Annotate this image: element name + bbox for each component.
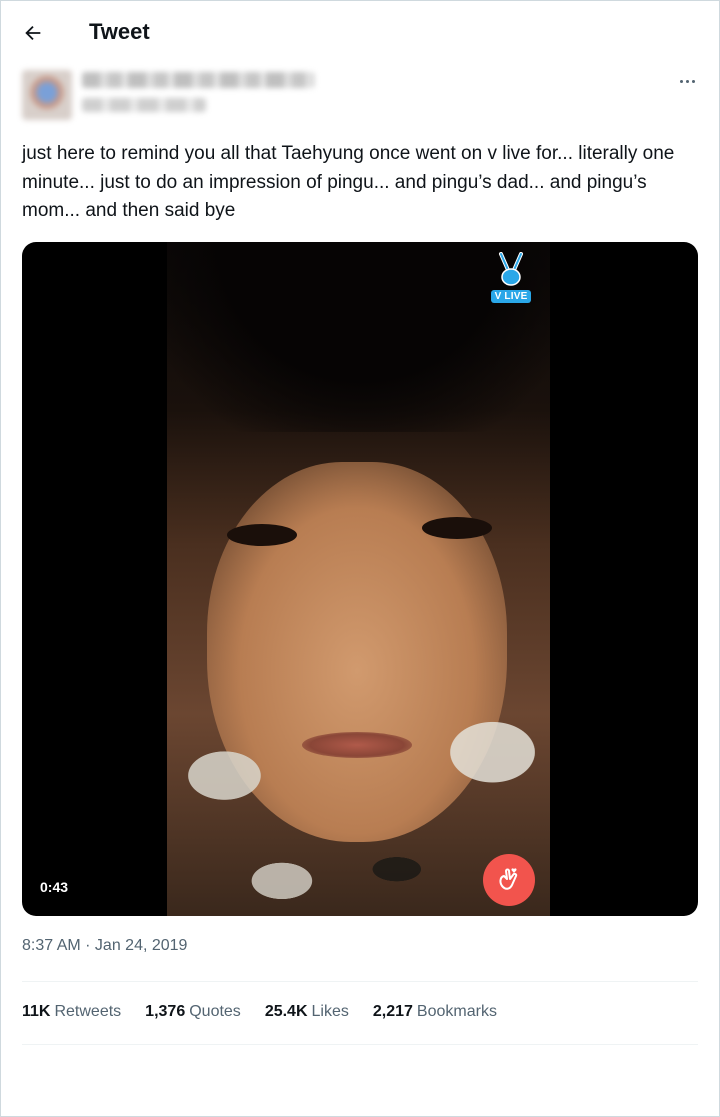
bookmarks-count: 2,217 <box>372 1003 413 1020</box>
likes-count: 25.4K <box>264 1003 308 1020</box>
video-eye-left <box>227 524 297 546</box>
author-handle-blurred[interactable] <box>82 98 206 112</box>
tweet-text: just here to remind you all that Taehyun… <box>22 143 675 221</box>
retweets-stat[interactable]: 11K Retweets <box>22 1003 121 1023</box>
finger-heart-icon <box>499 868 518 890</box>
finger-heart-button[interactable] <box>483 854 535 906</box>
arrow-left-icon <box>25 25 41 41</box>
divider <box>22 981 698 982</box>
back-button[interactable] <box>14 14 52 52</box>
vlive-label: V LIVE <box>490 290 532 303</box>
retweets-count: 11K <box>22 1003 51 1020</box>
tweet-stats: 11K Retweets 1,376 Quotes 25.4K Likes 2,… <box>22 1003 497 1023</box>
vlive-logo: V LIVE <box>489 252 533 312</box>
bookmarks-stat[interactable]: 2,217 Bookmarks <box>373 1003 497 1023</box>
page-title: Tweet <box>89 19 150 44</box>
page-header: Tweet <box>0 0 720 66</box>
tweet-video[interactable]: V LIVE 0:43 <box>22 242 698 916</box>
likes-stat[interactable]: 25.4K Likes <box>265 1003 349 1023</box>
quotes-count: 1,376 <box>145 1003 186 1020</box>
video-frame <box>167 242 550 916</box>
quotes-stat[interactable]: 1,376 Quotes <box>145 1003 241 1023</box>
vlive-hand-icon <box>499 252 523 286</box>
video-eye-right <box>422 517 492 539</box>
retweets-label: Retweets <box>54 1003 122 1020</box>
quotes-label: Quotes <box>189 1003 241 1020</box>
video-duration: 0:43 <box>32 877 77 897</box>
author-name-blurred[interactable] <box>82 72 314 88</box>
divider <box>22 1044 698 1045</box>
bookmarks-label: Bookmarks <box>416 1003 497 1020</box>
author-avatar[interactable] <box>22 70 72 120</box>
more-options-button[interactable] <box>668 66 706 96</box>
more-horizontal-icon <box>678 79 696 83</box>
tweet-timestamp[interactable]: 8:37 AM · Jan 24, 2019 <box>22 937 187 955</box>
likes-label: Likes <box>311 1003 349 1020</box>
